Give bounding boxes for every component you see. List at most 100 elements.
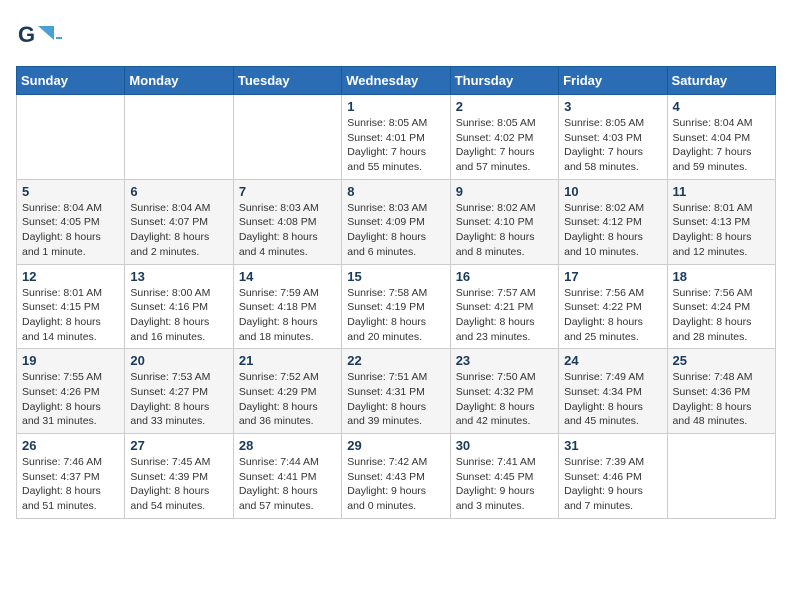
calendar-cell: 31 Sunrise: 7:39 AM Sunset: 4:46 PM Dayli… [559,434,667,519]
day-info: Sunrise: 7:56 AM Sunset: 4:24 PM Dayligh… [673,286,770,345]
day-info: Sunrise: 8:05 AM Sunset: 4:01 PM Dayligh… [347,116,444,175]
day-number: 8 [347,184,444,199]
calendar-cell: 2Sunrise: 8:05 AM Sunset: 4:02 PM Daylig… [450,95,558,180]
calendar-cell: 12 Sunrise: 8:01 AM Sunset: 4:15 PM Dayli… [17,264,125,349]
calendar-cell [17,95,125,180]
calendar-cell: 13 Sunrise: 8:00 AM Sunset: 4:16 PM Dayli… [125,264,233,349]
calendar-cell: 19 Sunrise: 7:55 AM Sunset: 4:26 PM Dayli… [17,349,125,434]
svg-text:G: G [18,22,35,47]
day-info: Sunrise: 7:44 AM Sunset: 4:41 PM Dayligh… [239,455,336,514]
day-info: Sunrise: 8:04 AM Sunset: 4:07 PM Dayligh… [130,201,227,260]
header-saturday: Saturday [667,67,775,95]
calendar-cell: 7 Sunrise: 8:03 AM Sunset: 4:08 PM Daylig… [233,179,341,264]
day-number: 10 [564,184,661,199]
day-number: 7 [239,184,336,199]
day-info: Sunrise: 7:59 AM Sunset: 4:18 PM Dayligh… [239,286,336,345]
day-info: Sunrise: 7:42 AM Sunset: 4:43 PM Dayligh… [347,455,444,514]
calendar-cell: 17 Sunrise: 7:56 AM Sunset: 4:22 PM Dayli… [559,264,667,349]
calendar-cell: 22 Sunrise: 7:51 AM Sunset: 4:31 PM Dayli… [342,349,450,434]
header-tuesday: Tuesday [233,67,341,95]
header-thursday: Thursday [450,67,558,95]
day-info: Sunrise: 8:05 AM Sunset: 4:03 PM Dayligh… [564,116,661,175]
calendar-header-row: SundayMondayTuesdayWednesdayThursdayFrid… [17,67,776,95]
day-info: Sunrise: 8:03 AM Sunset: 4:09 PM Dayligh… [347,201,444,260]
calendar-week-2: 5 Sunrise: 8:04 AM Sunset: 4:05 PM Daylig… [17,179,776,264]
calendar-week-3: 12 Sunrise: 8:01 AM Sunset: 4:15 PM Dayli… [17,264,776,349]
day-number: 29 [347,438,444,453]
day-number: 4 [673,99,770,114]
day-number: 19 [22,353,119,368]
calendar-cell: 10 Sunrise: 8:02 AM Sunset: 4:12 PM Dayli… [559,179,667,264]
logo-blue [56,37,62,39]
day-number: 15 [347,269,444,284]
calendar-cell [125,95,233,180]
day-number: 25 [673,353,770,368]
day-info: Sunrise: 7:39 AM Sunset: 4:46 PM Dayligh… [564,455,661,514]
day-info: Sunrise: 7:50 AM Sunset: 4:32 PM Dayligh… [456,370,553,429]
day-number: 31 [564,438,661,453]
calendar-cell: 30 Sunrise: 7:41 AM Sunset: 4:45 PM Dayli… [450,434,558,519]
calendar-cell: 16Sunrise: 7:57 AM Sunset: 4:21 PM Dayli… [450,264,558,349]
calendar-week-4: 19 Sunrise: 7:55 AM Sunset: 4:26 PM Dayli… [17,349,776,434]
day-info: Sunrise: 7:58 AM Sunset: 4:19 PM Dayligh… [347,286,444,345]
day-number: 23 [456,353,553,368]
day-number: 20 [130,353,227,368]
calendar-cell: 9 Sunrise: 8:02 AM Sunset: 4:10 PM Daylig… [450,179,558,264]
day-number: 5 [22,184,119,199]
calendar-cell: 11 Sunrise: 8:01 AM Sunset: 4:13 PM Dayli… [667,179,775,264]
day-number: 12 [22,269,119,284]
day-info: Sunrise: 8:02 AM Sunset: 4:10 PM Dayligh… [456,201,553,260]
calendar-cell: 3Sunrise: 8:05 AM Sunset: 4:03 PM Daylig… [559,95,667,180]
header-friday: Friday [559,67,667,95]
day-number: 11 [673,184,770,199]
day-info: Sunrise: 8:04 AM Sunset: 4:05 PM Dayligh… [22,201,119,260]
day-number: 13 [130,269,227,284]
calendar-week-1: 1 Sunrise: 8:05 AM Sunset: 4:01 PM Daylig… [17,95,776,180]
day-number: 22 [347,353,444,368]
calendar-cell: 1 Sunrise: 8:05 AM Sunset: 4:01 PM Daylig… [342,95,450,180]
day-info: Sunrise: 8:01 AM Sunset: 4:15 PM Dayligh… [22,286,119,345]
calendar-table: SundayMondayTuesdayWednesdayThursdayFrid… [16,66,776,519]
day-number: 2 [456,99,553,114]
calendar-cell: 28 Sunrise: 7:44 AM Sunset: 4:41 PM Dayli… [233,434,341,519]
day-number: 30 [456,438,553,453]
day-info: Sunrise: 7:52 AM Sunset: 4:29 PM Dayligh… [239,370,336,429]
calendar-cell: 18 Sunrise: 7:56 AM Sunset: 4:24 PM Dayli… [667,264,775,349]
calendar-cell: 26 Sunrise: 7:46 AM Sunset: 4:37 PM Dayli… [17,434,125,519]
day-info: Sunrise: 7:41 AM Sunset: 4:45 PM Dayligh… [456,455,553,514]
page-header: G [16,16,776,54]
calendar-cell: 6Sunrise: 8:04 AM Sunset: 4:07 PM Daylig… [125,179,233,264]
calendar-cell: 20Sunrise: 7:53 AM Sunset: 4:27 PM Dayli… [125,349,233,434]
day-number: 1 [347,99,444,114]
day-info: Sunrise: 7:48 AM Sunset: 4:36 PM Dayligh… [673,370,770,429]
day-info: Sunrise: 8:03 AM Sunset: 4:08 PM Dayligh… [239,201,336,260]
calendar-cell: 24Sunrise: 7:49 AM Sunset: 4:34 PM Dayli… [559,349,667,434]
calendar-cell: 25 Sunrise: 7:48 AM Sunset: 4:36 PM Dayli… [667,349,775,434]
day-info: Sunrise: 8:00 AM Sunset: 4:16 PM Dayligh… [130,286,227,345]
day-info: Sunrise: 8:04 AM Sunset: 4:04 PM Dayligh… [673,116,770,175]
day-info: Sunrise: 7:45 AM Sunset: 4:39 PM Dayligh… [130,455,227,514]
day-info: Sunrise: 7:55 AM Sunset: 4:26 PM Dayligh… [22,370,119,429]
day-number: 16 [456,269,553,284]
calendar-cell: 8 Sunrise: 8:03 AM Sunset: 4:09 PM Daylig… [342,179,450,264]
day-info: Sunrise: 8:01 AM Sunset: 4:13 PM Dayligh… [673,201,770,260]
calendar-week-5: 26 Sunrise: 7:46 AM Sunset: 4:37 PM Dayli… [17,434,776,519]
day-info: Sunrise: 7:56 AM Sunset: 4:22 PM Dayligh… [564,286,661,345]
day-info: Sunrise: 7:46 AM Sunset: 4:37 PM Dayligh… [22,455,119,514]
header-sunday: Sunday [17,67,125,95]
day-number: 21 [239,353,336,368]
day-info: Sunrise: 7:51 AM Sunset: 4:31 PM Dayligh… [347,370,444,429]
day-number: 9 [456,184,553,199]
day-number: 17 [564,269,661,284]
calendar-cell: 5 Sunrise: 8:04 AM Sunset: 4:05 PM Daylig… [17,179,125,264]
calendar-cell [667,434,775,519]
day-number: 26 [22,438,119,453]
calendar-cell: 15 Sunrise: 7:58 AM Sunset: 4:19 PM Dayli… [342,264,450,349]
header-monday: Monday [125,67,233,95]
calendar-cell: 14Sunrise: 7:59 AM Sunset: 4:18 PM Dayli… [233,264,341,349]
day-number: 28 [239,438,336,453]
day-info: Sunrise: 8:02 AM Sunset: 4:12 PM Dayligh… [564,201,661,260]
calendar-cell: 21 Sunrise: 7:52 AM Sunset: 4:29 PM Dayli… [233,349,341,434]
day-number: 18 [673,269,770,284]
day-info: Sunrise: 7:49 AM Sunset: 4:34 PM Dayligh… [564,370,661,429]
